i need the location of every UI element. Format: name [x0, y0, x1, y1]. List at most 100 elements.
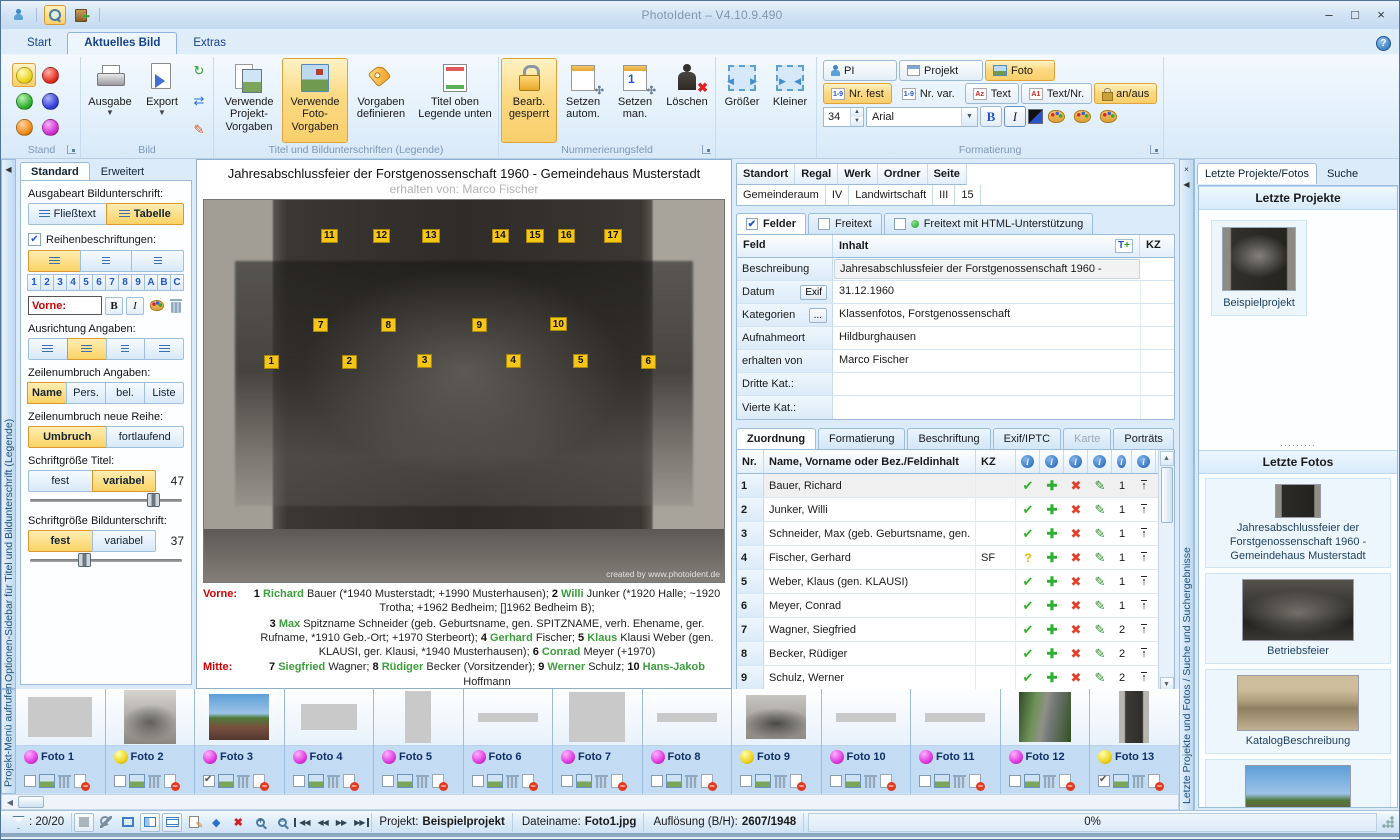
- column-header-feld[interactable]: Feld: [737, 235, 833, 257]
- filmstrip-toggle-icon[interactable]: [162, 813, 182, 832]
- edit-icon[interactable]: ✎: [1088, 522, 1112, 545]
- zeilenumbruch-option-button[interactable]: Name: [27, 382, 67, 404]
- align-top-icon[interactable]: ↑: [1132, 642, 1156, 665]
- person-row[interactable]: 7 Wagner, Siegfried ✔ ✚ ✖ ✎ 2 ↑: [737, 618, 1158, 642]
- align-top-icon[interactable]: ↑: [1132, 666, 1156, 689]
- bold-button[interactable]: B: [105, 297, 123, 315]
- nav-last-button[interactable]: ▶▶: [351, 818, 369, 827]
- trash-icon[interactable]: [416, 774, 429, 788]
- person-row[interactable]: 3 Schneider, Max (geb. Geburtsname, gen.…: [737, 522, 1158, 546]
- person-row[interactable]: 1 Bauer, Richard ✔ ✚ ✖ ✎ 1 ↑: [737, 474, 1158, 498]
- column-header-inhalt[interactable]: Inhalt: [839, 240, 868, 252]
- photo-canvas[interactable]: 1234567891011121314151617 created by www…: [203, 199, 725, 583]
- photo-thumbnail[interactable]: [1245, 765, 1351, 807]
- person-quick-icon[interactable]: [7, 5, 29, 25]
- align-justify-button[interactable]: [144, 338, 184, 360]
- filmstrip-photo-cell[interactable]: Foto 13: [1090, 689, 1179, 794]
- field-value[interactable]: [833, 396, 1141, 419]
- info-icon[interactable]: i: [1088, 450, 1112, 473]
- tab-erweitert[interactable]: Erweitert: [90, 162, 155, 182]
- dialog-launcher-icon[interactable]: [67, 145, 76, 154]
- recent-photo-item[interactable]: Betriebsfeier: [1205, 573, 1391, 664]
- sidebar-panel-icon[interactable]: [140, 813, 160, 832]
- add-icon[interactable]: ✚: [1040, 522, 1064, 545]
- palette-edit-button[interactable]: [1097, 106, 1121, 127]
- freitext-html-checkbox[interactable]: [894, 218, 906, 230]
- pi-button[interactable]: PI: [823, 60, 897, 81]
- location-cell[interactable]: IV: [826, 185, 849, 205]
- add-text-field-icon[interactable]: T+: [1115, 239, 1133, 253]
- person-name[interactable]: Wagner, Siegfried: [764, 618, 976, 641]
- number-marker[interactable]: 9: [472, 318, 487, 332]
- trash-icon[interactable]: [1132, 774, 1145, 788]
- location-cell[interactable]: Gemeinderaum: [737, 185, 826, 205]
- unterschrift-size-slider[interactable]: [28, 552, 184, 568]
- nr-fest-button[interactable]: 1-9Nr. fest: [823, 83, 892, 104]
- image-icon[interactable]: [576, 774, 592, 788]
- foto-button[interactable]: Foto: [985, 60, 1055, 81]
- trash-icon[interactable]: [58, 774, 71, 788]
- photo-checkbox[interactable]: [203, 775, 215, 787]
- verwende-foto-vorgaben-button[interactable]: Verwende Foto- Vorgaben: [282, 58, 348, 143]
- tools-icon[interactable]: [96, 813, 116, 832]
- series-button[interactable]: 2: [40, 274, 54, 291]
- tab-felder[interactable]: ✔Felder: [736, 213, 806, 234]
- tab-standard[interactable]: Standard: [20, 162, 90, 182]
- image-icon[interactable]: [755, 774, 771, 788]
- stand-magenta-icon[interactable]: [42, 119, 59, 136]
- trash-icon[interactable]: [685, 774, 698, 788]
- trash-icon[interactable]: [1043, 774, 1056, 788]
- photo-thumbnail[interactable]: [1019, 692, 1071, 742]
- bold-button[interactable]: B: [980, 106, 1002, 127]
- tab-start[interactable]: Start: [11, 33, 67, 54]
- add-icon[interactable]: ✚: [1040, 594, 1064, 617]
- series-button[interactable]: 3: [53, 274, 67, 291]
- status-icon[interactable]: ✔: [1016, 618, 1040, 641]
- scroll-up-icon[interactable]: ▲: [1160, 451, 1174, 466]
- remove-icon[interactable]: ✖: [1064, 642, 1088, 665]
- right-panel-strip[interactable]: × ◀ Letzte Projekte und Fotos / Suche un…: [1179, 159, 1194, 811]
- status-icon[interactable]: ✔: [1016, 474, 1040, 497]
- remove-icon[interactable]: ✖: [1064, 474, 1088, 497]
- tab-suche[interactable]: Suche: [1319, 163, 1366, 184]
- groesser-button[interactable]: Größer: [718, 58, 766, 143]
- titel-size-slider[interactable]: [28, 492, 184, 508]
- nav-prev-button[interactable]: ◀◀: [314, 818, 330, 827]
- align-center-button[interactable]: [67, 338, 107, 360]
- unterschrift-fest-button[interactable]: fest: [28, 530, 93, 552]
- align-top-icon[interactable]: ↑: [1132, 498, 1156, 521]
- tab-freitext-html[interactable]: Freitext mit HTML-Unterstützung: [884, 213, 1094, 234]
- rotate-icon[interactable]: ↻: [190, 62, 208, 80]
- projekt-menu-strip[interactable]: Projekt-Menü aufrufen: [1, 689, 16, 794]
- person-name[interactable]: Schneider, Max (geb. Geburtsname, gen.: [764, 522, 976, 545]
- titel-oben-legende-unten-button[interactable]: Titel oben Legende unten: [414, 58, 496, 143]
- person-name[interactable]: Meyer, Conrad: [764, 594, 976, 617]
- person-name[interactable]: Becker, Rüdiger: [764, 642, 976, 665]
- trash-icon[interactable]: [774, 774, 787, 788]
- tab-extras[interactable]: Extras: [177, 33, 242, 54]
- marker-pointer-icon[interactable]: ◆: [206, 813, 226, 832]
- number-marker[interactable]: 12: [373, 229, 390, 243]
- titel-fest-button[interactable]: fest: [28, 470, 93, 492]
- number-marker[interactable]: 3: [417, 354, 432, 368]
- number-marker[interactable]: 11: [321, 229, 338, 243]
- remove-page-icon[interactable]: [253, 774, 265, 788]
- photo-thumbnail[interactable]: [925, 713, 985, 722]
- field-value[interactable]: Marco Fischer: [833, 350, 1141, 372]
- edit-image-icon[interactable]: ✎: [190, 121, 208, 139]
- filmstrip-photo-cell[interactable]: Foto 10: [822, 689, 912, 794]
- nav-next-button[interactable]: ▶▶: [333, 818, 349, 827]
- location-cell[interactable]: 15: [955, 185, 980, 205]
- add-icon[interactable]: ✚: [1040, 474, 1064, 497]
- verwende-projekt-vorgaben-button[interactable]: Verwende Projekt- Vorgaben: [216, 58, 282, 143]
- trash-icon[interactable]: [148, 774, 161, 788]
- zeilenumbruch-option-button[interactable]: Pers.: [66, 382, 106, 404]
- palette-button[interactable]: [147, 295, 167, 316]
- image-icon[interactable]: [1113, 774, 1129, 788]
- remove-page-icon[interactable]: [522, 774, 534, 788]
- person-row[interactable]: 8 Becker, Rüdiger ✔ ✚ ✖ ✎ 2 ↑: [737, 642, 1158, 666]
- maximize-button[interactable]: □: [1347, 8, 1363, 22]
- series-button[interactable]: C: [170, 274, 184, 291]
- person-row[interactable]: 4 Fischer, Gerhard SF ? ✚ ✖ ✎ 1 ↑: [737, 546, 1158, 570]
- panel-close-icon[interactable]: ×: [1181, 164, 1192, 175]
